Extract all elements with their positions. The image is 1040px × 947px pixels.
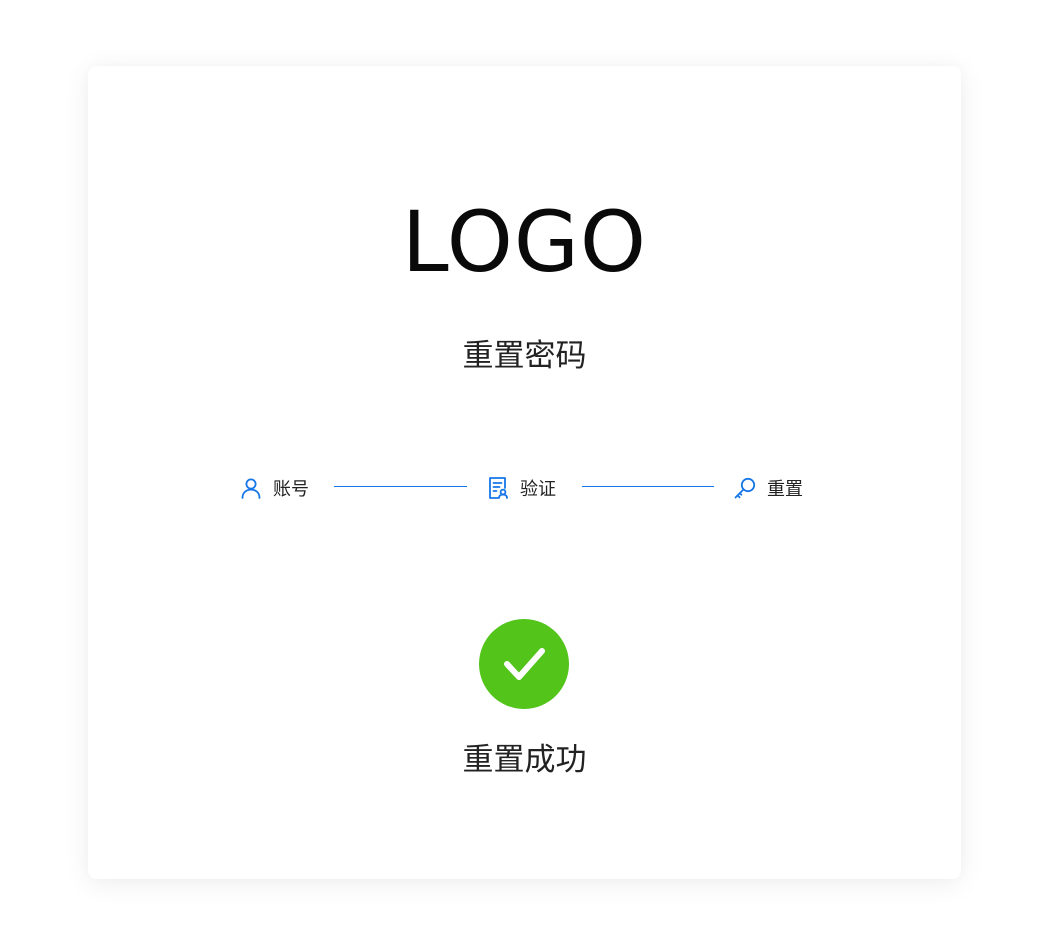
step-account-label: 账号 bbox=[273, 479, 309, 500]
step-connector-1 bbox=[334, 486, 467, 487]
user-icon bbox=[239, 476, 263, 500]
step-verify-label: 验证 bbox=[520, 479, 556, 500]
success-icon bbox=[479, 619, 569, 709]
reset-password-card: LOGO 重置密码 账号 验证 重置 重置成功 bbox=[88, 66, 961, 879]
logo: LOGO bbox=[401, 193, 648, 291]
verify-document-icon bbox=[486, 476, 510, 500]
page-title: 重置密码 bbox=[462, 338, 587, 374]
step-reset-label: 重置 bbox=[767, 479, 803, 500]
step-account: 账号 bbox=[239, 470, 309, 506]
step-reset: 重置 bbox=[733, 470, 803, 506]
step-connector-2 bbox=[582, 486, 714, 487]
key-icon bbox=[733, 476, 757, 500]
checkmark-icon bbox=[504, 648, 545, 680]
progress-steps: 账号 验证 重置 bbox=[88, 470, 961, 506]
step-verify: 验证 bbox=[486, 470, 556, 506]
success-message: 重置成功 bbox=[462, 742, 587, 778]
